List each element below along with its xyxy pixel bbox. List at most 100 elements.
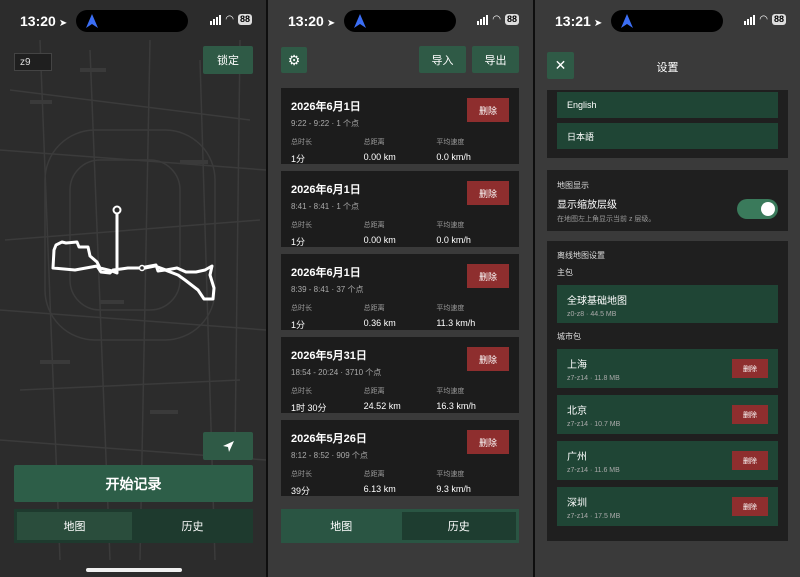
city-package-title: 城市包	[557, 332, 581, 341]
package-name: 全球基础地图	[567, 296, 627, 307]
lock-button[interactable]: 锁定	[203, 46, 253, 74]
delete-button[interactable]: 删除	[467, 181, 509, 205]
stat-label: 总距离	[363, 139, 385, 146]
clock: 13:20 ➤	[288, 13, 336, 29]
language-option-english[interactable]: English	[557, 92, 778, 118]
location-arrow-icon: ➤	[593, 18, 603, 29]
city-package[interactable]: 北京 z7-z14 · 10.7 MB 删除	[557, 395, 778, 434]
stat-duration: 1时 30分	[291, 403, 327, 413]
settings-screen: 13:21 ➤ ◠ 88 ✕ 设置 English 日本語 地图显示 显示缩放层级…	[535, 0, 800, 577]
stat-distance: 6.13 km	[363, 484, 396, 494]
delete-button[interactable]: 删除	[467, 264, 509, 288]
stat-label: 总时长	[291, 222, 312, 229]
tab-history[interactable]: 历史	[401, 512, 516, 540]
stat-label: 平均速度	[436, 139, 465, 146]
section-title: 离线地图设置	[557, 251, 605, 260]
import-button[interactable]: 导入	[419, 46, 466, 73]
stat-label: 平均速度	[436, 471, 465, 478]
tab-history[interactable]: 历史	[135, 512, 250, 540]
main-package[interactable]: 全球基础地图 z0-z8 · 44.5 MB	[557, 285, 778, 323]
record-card[interactable]: 2026年5月26日 8:12 - 8:52 · 909 个点 删除 总时长 39…	[281, 420, 519, 496]
map-screen: 13:20 ➤ ◠ 88 z9 锁定 开始记录 地图 历史	[0, 0, 266, 577]
delete-button[interactable]: 删除	[467, 430, 509, 454]
stat-duration: 1分	[291, 237, 306, 247]
dynamic-island	[76, 10, 188, 32]
dynamic-island	[611, 10, 723, 32]
delete-button[interactable]: 删除	[467, 98, 509, 122]
stat-label: 总时长	[291, 471, 312, 478]
navigation-icon	[621, 14, 633, 28]
stat-speed: 0.0 km/h	[436, 152, 471, 162]
main-package-title: 主包	[557, 268, 573, 277]
navigation-icon	[354, 14, 366, 28]
navigation-icon	[86, 14, 98, 28]
signal-icon	[477, 14, 489, 25]
city-package[interactable]: 上海 z7-z14 · 11.8 MB 删除	[557, 349, 778, 388]
stat-label: 总时长	[291, 305, 312, 312]
tab-map[interactable]: 地图	[17, 512, 132, 540]
stat-distance: 24.52 km	[363, 401, 401, 411]
settings-button[interactable]: ⚙	[281, 47, 307, 73]
clock: 13:21 ➤	[555, 13, 603, 29]
city-package[interactable]: 广州 z7-z14 · 11.6 MB 删除	[557, 441, 778, 480]
stat-label: 总距离	[363, 305, 385, 312]
wifi-icon: ◠	[492, 14, 501, 25]
stat-label: 总距离	[363, 471, 385, 478]
wifi-icon: ◠	[759, 14, 768, 25]
stat-distance: 0.36 km	[363, 318, 396, 328]
stat-label: 总距离	[363, 222, 385, 229]
stat-speed: 11.3 km/h	[436, 318, 476, 328]
battery-icon: 88	[504, 14, 519, 25]
stat-duration: 1分	[291, 320, 306, 330]
page-title: 设置	[656, 62, 679, 74]
record-card[interactable]: 2026年5月31日 18:54 - 20:24 · 3710 个点 删除 总时…	[281, 337, 519, 413]
section-title: 地图显示	[557, 181, 589, 190]
city-package[interactable]: 深圳 z7-z14 · 17.5 MB 删除	[557, 487, 778, 526]
stat-label: 平均速度	[436, 305, 465, 312]
battery-icon: 88	[771, 14, 786, 25]
map-display-section: 地图显示 显示缩放层级 在地图左上角显示当前 z 层级。	[547, 170, 788, 231]
stat-distance: 0.00 km	[363, 235, 396, 245]
route-end-marker	[138, 264, 146, 272]
delete-button[interactable]: 删除	[732, 359, 768, 378]
stat-speed: 9.3 km/h	[436, 484, 471, 494]
language-option-japanese[interactable]: 日本語	[557, 123, 778, 149]
stat-duration: 39分	[291, 486, 311, 496]
record-card[interactable]: 2026年6月1日 9:22 - 9:22 · 1 个点 删除 总时长 1分 总距…	[281, 88, 519, 164]
export-button[interactable]: 导出	[472, 46, 519, 73]
route-start-marker	[112, 205, 122, 215]
tab-map[interactable]: 地图	[284, 512, 399, 540]
signal-icon	[744, 14, 756, 25]
language-section: English 日本語	[547, 90, 788, 158]
delete-button[interactable]: 删除	[732, 451, 768, 470]
dynamic-island	[344, 10, 456, 32]
package-meta: z0-z8 · 44.5 MB	[567, 311, 617, 318]
tab-bar: 地图 历史	[14, 509, 253, 543]
show-zoom-toggle[interactable]	[737, 199, 778, 219]
stat-label: 总距离	[363, 388, 385, 395]
wifi-icon: ◠	[225, 14, 234, 25]
status-bar: 13:20 ➤ ◠ 88	[0, 0, 266, 40]
delete-button[interactable]: 删除	[732, 405, 768, 424]
locate-button[interactable]	[203, 432, 253, 460]
stat-label: 总时长	[291, 139, 312, 146]
battery-icon: 88	[237, 14, 252, 25]
delete-button[interactable]: 删除	[467, 347, 509, 371]
stat-label: 总时长	[291, 388, 312, 395]
status-bar: 13:20 ➤ ◠ 88	[268, 0, 533, 40]
offline-map-section: 离线地图设置 主包 全球基础地图 z0-z8 · 44.5 MB 城市包 上海 …	[547, 241, 788, 541]
signal-icon	[210, 14, 222, 25]
clock: 13:20 ➤	[20, 13, 68, 29]
stat-label: 平均速度	[436, 388, 465, 395]
stat-speed: 16.3 km/h	[436, 401, 476, 411]
history-screen: 13:20 ➤ ◠ 88 ⚙ 导入 导出 2026年6月1日 9:22 - 9:2…	[268, 0, 533, 577]
delete-button[interactable]: 删除	[732, 497, 768, 516]
record-list: 2026年6月1日 9:22 - 9:22 · 1 个点 删除 总时长 1分 总距…	[281, 88, 519, 503]
location-arrow-icon: ➤	[58, 18, 68, 29]
stat-duration: 1分	[291, 154, 306, 164]
zoom-level-indicator: z9	[14, 53, 52, 71]
toggle-knob	[761, 202, 775, 216]
record-card[interactable]: 2026年6月1日 8:41 - 8:41 · 1 个点 删除 总时长 1分 总距…	[281, 171, 519, 247]
record-card[interactable]: 2026年6月1日 8:39 - 8:41 · 37 个点 删除 总时长 1分 总…	[281, 254, 519, 330]
start-recording-button[interactable]: 开始记录	[14, 465, 253, 502]
